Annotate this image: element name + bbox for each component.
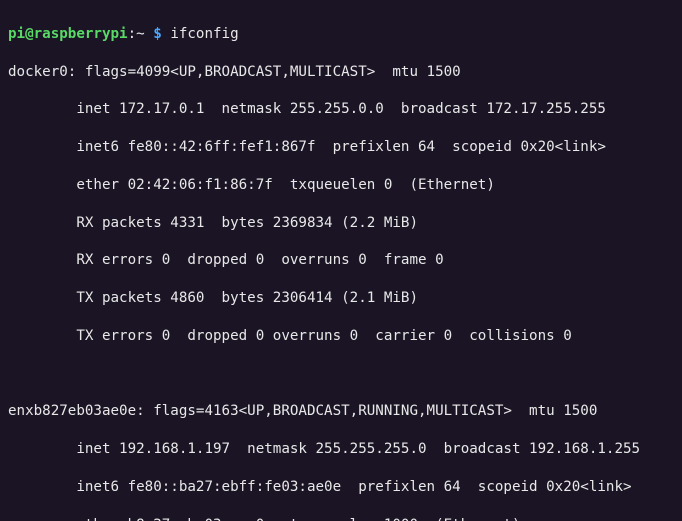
iface-line: TX errors 0 dropped 0 overruns 0 carrier… <box>8 327 674 346</box>
iface-line: ether b8:27:eb:03:ae:0e txqueuelen 1000 … <box>8 516 674 521</box>
iface-detail: TX errors 0 dropped 0 overruns 0 carrier… <box>76 328 571 344</box>
iface-detail: inet 172.17.0.1 netmask 255.255.0.0 broa… <box>76 101 606 117</box>
iface-detail: ether 02:42:06:f1:86:7f txqueuelen 0 (Et… <box>76 177 495 193</box>
iface-detail: RX packets 4331 bytes 2369834 (2.2 MiB) <box>76 215 418 231</box>
iface-header-enx: enxb827eb03ae0e: flags=4163<UP,BROADCAST… <box>8 402 674 421</box>
iface-line: inet6 fe80::42:6ff:fef1:867f prefixlen 6… <box>8 138 674 157</box>
prompt-separator: :~ <box>128 26 154 42</box>
iface-line: inet 192.168.1.197 netmask 255.255.255.0… <box>8 440 674 459</box>
iface-detail: inet6 fe80::42:6ff:fef1:867f prefixlen 6… <box>76 139 606 155</box>
iface-detail: inet6 fe80::ba27:ebff:fe03:ae0e prefixle… <box>76 479 631 495</box>
iface-detail: inet 192.168.1.197 netmask 255.255.255.0… <box>76 441 640 457</box>
iface-detail: TX packets 4860 bytes 2306414 (2.1 MiB) <box>76 290 418 306</box>
terminal-output[interactable]: pi@raspberrypi:~ $ ifconfig docker0: fla… <box>0 0 682 521</box>
iface-detail: RX errors 0 dropped 0 overruns 0 frame 0 <box>76 252 443 268</box>
iface-header-docker0: docker0: flags=4099<UP,BROADCAST,MULTICA… <box>8 63 674 82</box>
prompt-dollar: $ <box>153 26 170 42</box>
command-text: ifconfig <box>170 26 238 42</box>
blank-line <box>8 365 674 384</box>
iface-line: inet6 fe80::ba27:ebff:fe03:ae0e prefixle… <box>8 478 674 497</box>
iface-line: RX packets 4331 bytes 2369834 (2.2 MiB) <box>8 214 674 233</box>
iface-line: TX packets 4860 bytes 2306414 (2.1 MiB) <box>8 289 674 308</box>
iface-line: inet 172.17.0.1 netmask 255.255.0.0 broa… <box>8 100 674 119</box>
prompt-line: pi@raspberrypi:~ $ ifconfig <box>8 25 674 44</box>
prompt-user: pi@raspberrypi <box>8 26 128 42</box>
iface-line: RX errors 0 dropped 0 overruns 0 frame 0 <box>8 251 674 270</box>
iface-detail: ether b8:27:eb:03:ae:0e txqueuelen 1000 … <box>76 517 520 521</box>
iface-line: ether 02:42:06:f1:86:7f txqueuelen 0 (Et… <box>8 176 674 195</box>
